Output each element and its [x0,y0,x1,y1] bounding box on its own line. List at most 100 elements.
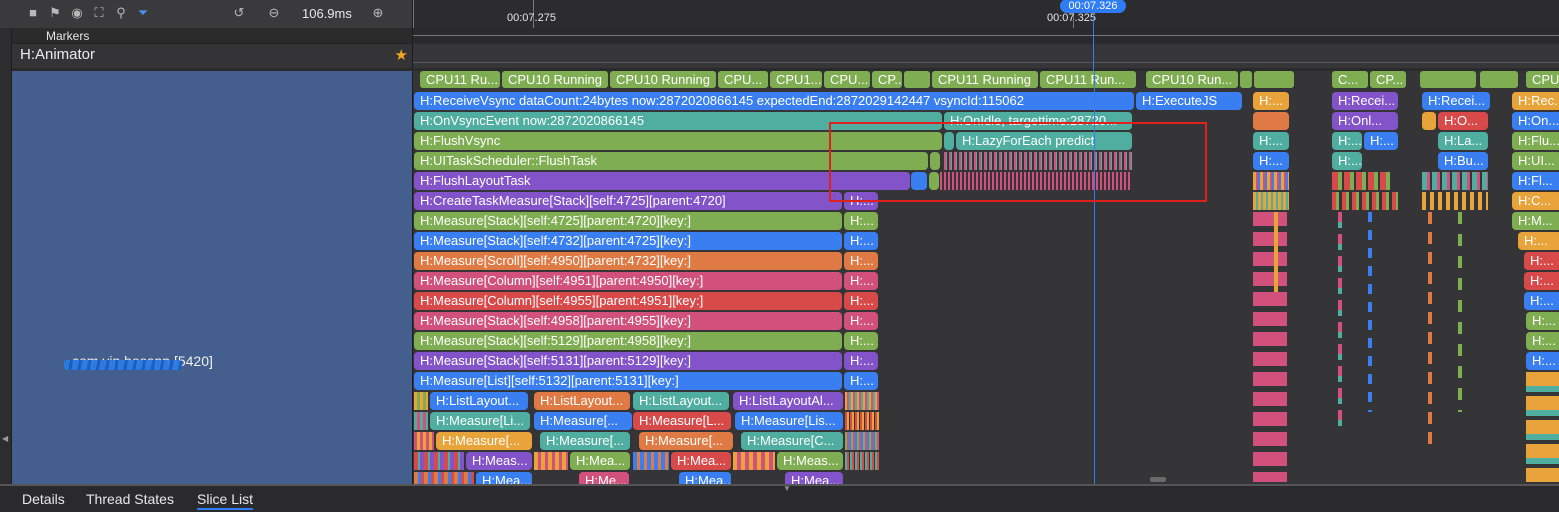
cpu-slice[interactable]: CPU10 Running [502,71,608,88]
cpu-slice[interactable]: CPU1... [770,71,822,88]
slice-receive-vsync[interactable]: H:ReceiveVsync dataCount:24bytes now:287… [414,92,1134,110]
slice-thin[interactable] [1274,212,1278,292]
slice-thin[interactable] [1458,212,1462,412]
time-ruler[interactable]: 00:07.275 00:07.325 00:07.326 [412,0,1559,28]
slice-short[interactable]: H:... [844,252,878,270]
animator-row[interactable]: H:Animator ★ [12,44,412,68]
cpu-slice[interactable] [1254,71,1294,88]
slice-measure[interactable]: H:Measure[C... [741,432,843,450]
slice-short[interactable]: H:... [844,212,878,230]
slice-short[interactable]: H:... [844,272,878,290]
slice-o[interactable]: H:O... [1438,112,1488,130]
slice-measure[interactable]: H:Measure[Column][self:4951][parent:4950… [414,272,842,290]
slice-measure[interactable]: H:Measure[Stack][self:4725][parent:4720]… [414,212,842,230]
slice-measure[interactable]: H:Measure[List][self:5132][parent:5131][… [414,372,842,390]
slice-meas[interactable]: H:Meas... [466,452,532,470]
slice-short[interactable]: H:... [844,292,878,310]
slice-short[interactable]: H:... [1526,332,1559,350]
cpu-slice[interactable] [1480,71,1518,88]
slice-stripes[interactable] [845,432,879,450]
slice-stripes[interactable] [733,452,775,470]
cpu-slice[interactable]: CPU10 Run... [1146,71,1238,88]
slice-measure[interactable]: H:Measure[... [639,432,733,450]
slice-m[interactable]: H:M... [1512,212,1559,230]
cpu-slice[interactable]: CPU... [718,71,768,88]
slice-meas[interactable]: H:Mea... [570,452,630,470]
slice-measure-list[interactable]: H:Measure[... [534,412,632,430]
cpu-slice[interactable]: CPU1 [1526,71,1559,88]
screenshot-icon[interactable]: ⛶ [92,6,106,20]
cpu-slice[interactable] [904,71,930,88]
slice-stripes[interactable] [534,452,568,470]
history-icon[interactable]: ↺ [232,6,246,20]
markers-track[interactable] [412,28,1559,43]
slice-thin[interactable] [1428,212,1432,452]
slice-receive[interactable]: H:Recei... [1332,92,1398,110]
slice-bu[interactable]: H:Bu... [1438,152,1488,170]
slice-short[interactable]: H:... [844,312,878,330]
slice-stripes[interactable] [1253,212,1287,482]
target-icon[interactable]: ◉ [70,6,84,20]
cpu-slice[interactable]: CPU11 Running [932,71,1038,88]
zoom-out-icon[interactable]: ⊖ [267,6,281,20]
slice-measure-list[interactable]: H:Measure[Lis... [735,412,843,430]
cpu-slice[interactable]: CP... [872,71,902,88]
cpu-slice[interactable]: CPU10 Running [610,71,716,88]
collapse-arrow-icon[interactable]: ◀ [2,434,8,443]
cpu-slice[interactable]: CP... [1370,71,1406,88]
slice-short[interactable]: H:... [1526,312,1559,330]
slice-measure[interactable]: H:Measure[Scroll][self:4950][parent:4732… [414,252,842,270]
slice-list-layout[interactable]: H:ListLayoutAl... [733,392,843,410]
slice-measure[interactable]: H:Measure[Stack][self:5131][parent:5129]… [414,352,842,370]
slice-short[interactable]: H:... [1524,292,1559,310]
slice-short[interactable]: H:... [1253,92,1289,110]
slice-mea[interactable]: H:Me... [579,472,629,484]
slice-stripes[interactable] [845,452,879,470]
slice-short[interactable]: H:... [1253,152,1289,170]
slice-measure[interactable]: H:Measure[Stack][self:4958][parent:4955]… [414,312,842,330]
slice-mea[interactable]: H:Mea... [476,472,532,484]
slice-short[interactable]: H:... [1253,132,1289,150]
slice-stripes[interactable] [1253,192,1289,210]
slice-thin[interactable] [1368,212,1372,412]
slice-short[interactable]: H:... [844,232,878,250]
slice-stripes[interactable] [845,412,879,430]
slice-measure[interactable]: H:Measure[Column][self:4955][parent:4951… [414,292,842,310]
tab-thread-states[interactable]: Thread States [86,491,174,507]
slice-onl[interactable]: H:Onl... [1332,112,1398,130]
slice-stripes[interactable] [414,472,474,484]
slice-execute-js[interactable]: H:ExecuteJS [1136,92,1242,110]
slice-la[interactable]: H:La... [1438,132,1488,150]
search-icon[interactable]: ⚲ [114,6,128,20]
slice-measure[interactable]: H:Measure[Stack][self:5129][parent:4958]… [414,332,842,350]
slice-thin[interactable] [1338,212,1342,432]
slice-stripes[interactable] [1526,372,1559,482]
slice-stripes[interactable] [414,432,434,450]
slice-fl[interactable]: H:Fl... [1512,172,1559,190]
slice-on[interactable]: H:On... [1512,112,1559,130]
slice-short[interactable]: H:... [844,352,878,370]
slice-measure-list[interactable]: H:Measure[L... [633,412,731,430]
slice-stripes[interactable] [1332,172,1392,190]
slice-flu[interactable]: H:Flu... [1512,132,1559,150]
slice-c[interactable]: H:C... [1512,192,1559,210]
slice-stripes[interactable] [1422,192,1488,210]
slice-short[interactable]: H:... [844,372,878,390]
slice-short[interactable]: H:... [1332,132,1362,150]
slice-measure[interactable]: H:Measure[... [540,432,630,450]
slice-short[interactable]: H:... [1526,352,1559,370]
cpu-slice[interactable]: C... [1332,71,1368,88]
slice-list-layout[interactable]: H:ListLayout... [430,392,528,410]
slice-stripes[interactable] [414,412,428,430]
slice-short[interactable]: H:... [1332,152,1362,170]
cpu-slice[interactable]: CPU11 Ru... [420,71,500,88]
slice-measure[interactable]: H:Measure[Stack][self:4732][parent:4725]… [414,232,842,250]
slice-short[interactable]: H:... [1524,272,1559,290]
trace-area[interactable]: CPU11 Ru... CPU10 Running CPU10 Running … [412,71,1559,484]
tab-slice-list[interactable]: Slice List [197,491,254,510]
slice-stripes[interactable] [633,452,669,470]
slice-list-layout[interactable]: H:ListLayout... [534,392,630,410]
slice-short[interactable]: H:... [844,332,878,350]
slice-measure[interactable]: H:Measure[... [436,432,532,450]
stop-icon[interactable]: ■ [26,6,40,20]
